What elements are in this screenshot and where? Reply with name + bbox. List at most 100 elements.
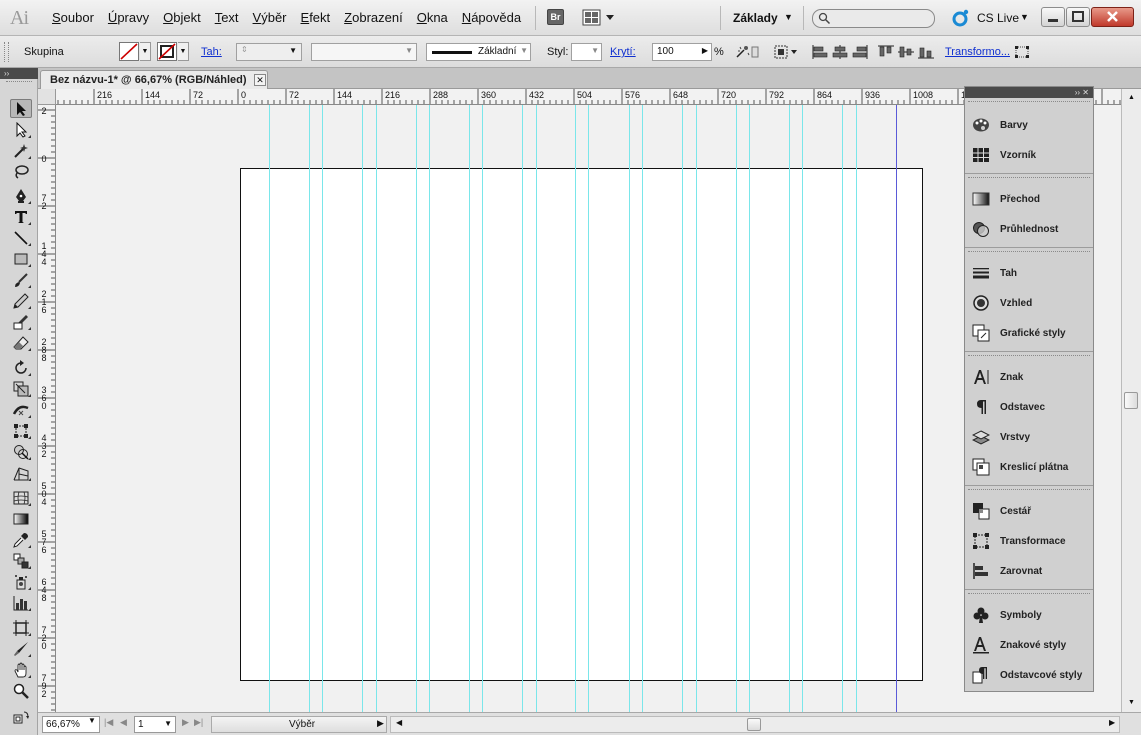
panel-swatches-label[interactable]: Vzorník xyxy=(1000,150,1036,161)
guide-line[interactable] xyxy=(376,105,377,712)
align-to-icon[interactable] xyxy=(773,45,799,59)
panel-transparency-label[interactable]: Průhlednost xyxy=(1000,224,1058,235)
type-tool[interactable] xyxy=(10,207,32,226)
chevron-down-icon[interactable]: ▼ xyxy=(289,46,297,55)
cs-live-button[interactable]: CS Live xyxy=(977,11,1019,25)
variable-width-profile-dropdown[interactable]: ▼ xyxy=(311,43,417,61)
opacity-input[interactable]: 100 ▶ xyxy=(652,43,712,61)
lasso-tool[interactable] xyxy=(10,162,32,181)
chevron-right-icon[interactable]: ▶ xyxy=(377,718,384,729)
guide-line[interactable] xyxy=(842,105,843,712)
close-window-button[interactable] xyxy=(1091,7,1134,27)
stroke-dropdown[interactable]: ▼ xyxy=(178,42,189,61)
guide-line[interactable] xyxy=(322,105,323,712)
panel-pathfinder[interactable]: Cestář xyxy=(972,500,1090,522)
guide-line[interactable] xyxy=(362,105,363,712)
panel-transform[interactable]: Transformace xyxy=(972,530,1090,552)
rotate-tool[interactable] xyxy=(10,358,32,377)
paintbrush-tool[interactable] xyxy=(10,270,32,289)
slice-tool[interactable] xyxy=(10,639,32,658)
guide-line[interactable] xyxy=(429,105,430,712)
maximize-button[interactable] xyxy=(1066,7,1090,27)
column-graph-tool[interactable] xyxy=(10,593,32,612)
guide-line[interactable] xyxy=(588,105,589,712)
brush-definition-dropdown[interactable]: Základní ▼ xyxy=(426,43,531,61)
selected-guide-line[interactable] xyxy=(896,105,897,712)
selection-tool[interactable] xyxy=(10,99,32,118)
horizontal-scroll-thumb[interactable] xyxy=(747,718,761,731)
ruler-origin[interactable] xyxy=(38,89,56,105)
menu-file[interactable]: Soubor xyxy=(45,10,101,25)
chevron-down-icon[interactable]: ▼ xyxy=(591,46,599,55)
panel-color-label[interactable]: Barvy xyxy=(1000,120,1028,131)
hand-tool[interactable] xyxy=(10,660,32,679)
panel-paragraph-label[interactable]: Odstavec xyxy=(1000,402,1045,413)
vertical-ruler[interactable]: 2 0 7 2 1 4 4 2 1 6 2 8 8 3 6 0 4 3 2 5 0 4 5 7 6… xyxy=(38,105,56,712)
scroll-left-icon[interactable]: ◀ xyxy=(396,718,402,727)
menu-type[interactable]: Text xyxy=(208,10,246,25)
panel-graphic-styles[interactable]: Grafické styly xyxy=(972,322,1090,344)
align-right-icon[interactable] xyxy=(852,45,868,59)
guide-line[interactable] xyxy=(696,105,697,712)
chevron-down-icon[interactable]: ▼ xyxy=(88,716,96,725)
stroke-weight-field[interactable]: ⇕ ▼ xyxy=(236,43,302,61)
panel-align-label[interactable]: Zarovnat xyxy=(1000,566,1042,577)
guide-line[interactable] xyxy=(749,105,750,712)
tools-panel-grip[interactable] xyxy=(6,81,32,84)
guide-line[interactable] xyxy=(575,105,576,712)
previous-artboard-icon[interactable]: ◀ xyxy=(120,717,127,728)
panel-symbols-label[interactable]: Symboly xyxy=(1000,610,1042,621)
guide-line[interactable] xyxy=(856,105,857,712)
panel-stroke[interactable]: Tah xyxy=(972,262,1090,284)
fill-swatch[interactable] xyxy=(119,42,139,61)
panel-group-grip[interactable] xyxy=(968,177,1090,180)
chevron-down-icon[interactable]: ▼ xyxy=(784,12,793,22)
panel-graphic-styles-label[interactable]: Grafické styly xyxy=(1000,328,1066,339)
help-search-input[interactable] xyxy=(812,9,935,28)
guide-line[interactable] xyxy=(642,105,643,712)
guide-line[interactable] xyxy=(482,105,483,712)
blend-tool[interactable] xyxy=(10,551,32,570)
perspective-grid-tool[interactable] xyxy=(10,463,32,482)
artboard-number-field[interactable]: 1 ▼ xyxy=(134,716,176,733)
line-segment-tool[interactable] xyxy=(10,228,32,247)
panel-pathfinder-label[interactable]: Cestář xyxy=(1000,506,1031,517)
panel-group-grip[interactable] xyxy=(968,593,1090,596)
scale-tool[interactable] xyxy=(10,379,32,398)
mesh-tool[interactable] xyxy=(10,488,32,507)
menu-window[interactable]: Okna xyxy=(410,10,455,25)
close-icon[interactable]: ✕ xyxy=(254,74,266,86)
guide-line[interactable] xyxy=(629,105,630,712)
stroke-panel-link[interactable]: Tah: xyxy=(201,46,222,58)
direct-selection-tool[interactable] xyxy=(10,120,32,139)
last-artboard-icon[interactable]: ▶| xyxy=(194,717,203,728)
guide-line[interactable] xyxy=(522,105,523,712)
panel-character[interactable]: Znak xyxy=(972,366,1090,388)
panel-paragraph-styles-label[interactable]: Odstavcové styly xyxy=(1000,670,1082,681)
fill-stroke-swap[interactable] xyxy=(10,708,32,727)
rectangle-tool[interactable] xyxy=(10,249,32,268)
panel-group-grip[interactable] xyxy=(968,489,1090,492)
scroll-down-icon[interactable]: ▼ xyxy=(1128,699,1135,706)
menu-edit[interactable]: Úpravy xyxy=(101,10,156,25)
panel-transparency[interactable]: Průhlednost xyxy=(972,218,1090,240)
status-display[interactable]: Výběr ▶ xyxy=(211,716,387,733)
pen-tool[interactable] xyxy=(10,186,32,205)
scroll-right-icon[interactable]: ▶ xyxy=(1109,718,1115,727)
shape-builder-tool[interactable] xyxy=(10,442,32,461)
panel-group-grip[interactable] xyxy=(968,251,1090,254)
chevron-down-icon[interactable]: ▼ xyxy=(1020,12,1029,22)
gradient-tool[interactable] xyxy=(10,509,32,528)
stroke-swatch[interactable] xyxy=(157,42,177,61)
magic-wand-tool[interactable] xyxy=(10,141,32,160)
artboard-number-value[interactable]: 1 xyxy=(138,719,144,730)
guide-line[interactable] xyxy=(469,105,470,712)
panel-character-label[interactable]: Znak xyxy=(1000,372,1023,383)
document-canvas[interactable] xyxy=(56,105,1121,712)
panel-group-grip[interactable] xyxy=(968,101,1090,104)
opacity-value[interactable]: 100 xyxy=(657,46,674,57)
dock-header[interactable]: ›› ✕ xyxy=(965,87,1093,98)
blob-brush-tool[interactable] xyxy=(10,312,32,331)
width-tool[interactable] xyxy=(10,400,32,419)
guide-line[interactable] xyxy=(536,105,537,712)
